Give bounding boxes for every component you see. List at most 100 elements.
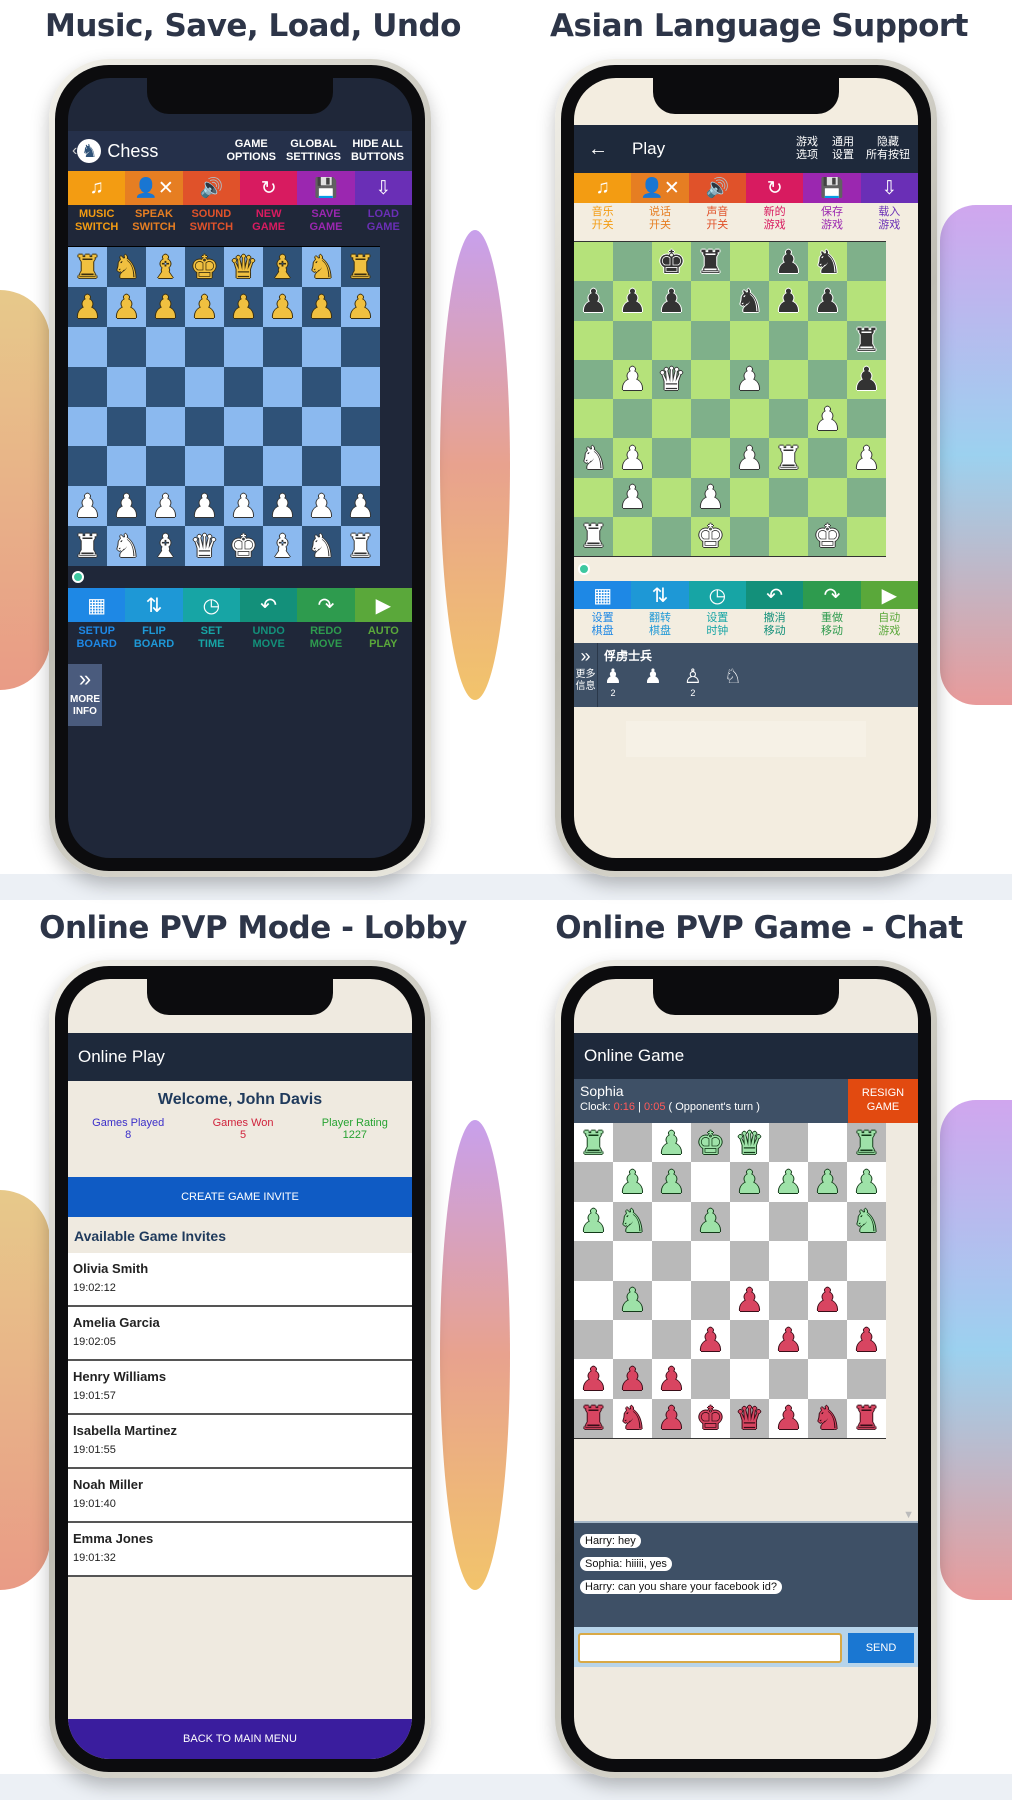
board-square[interactable] xyxy=(574,399,613,439)
board-square[interactable] xyxy=(769,1359,808,1399)
board-square[interactable]: ♝ xyxy=(146,526,185,566)
resign-game-button[interactable]: RESIGN GAME xyxy=(848,1079,918,1123)
board-square[interactable]: ♞ xyxy=(302,526,341,566)
board-square[interactable]: ♟ xyxy=(574,1201,613,1242)
board-square[interactable] xyxy=(185,446,224,487)
board-square[interactable] xyxy=(847,242,886,282)
board-square[interactable]: ♟ xyxy=(224,486,263,527)
board-square[interactable]: ♟ xyxy=(808,399,847,439)
speak-off-button[interactable]: 👤✕ xyxy=(125,171,183,205)
board-square[interactable]: ♟ xyxy=(847,359,886,399)
board-square[interactable] xyxy=(652,399,691,439)
board-square[interactable]: ♜ xyxy=(769,438,808,478)
board-square[interactable]: ♟ xyxy=(847,1319,886,1360)
board-square[interactable]: ♟ xyxy=(224,286,263,327)
board-square[interactable] xyxy=(185,366,224,407)
board-square[interactable] xyxy=(769,1280,808,1320)
board-square[interactable] xyxy=(808,1241,847,1281)
board-square[interactable] xyxy=(652,1280,691,1320)
board-square[interactable] xyxy=(730,1241,769,1281)
board-square[interactable]: ♚ xyxy=(691,1123,730,1163)
invite-row[interactable]: Emma Jones 19:01:32 xyxy=(68,1523,412,1577)
board-square[interactable] xyxy=(808,359,847,399)
board-square[interactable] xyxy=(730,1319,769,1360)
board-square[interactable]: ♜ xyxy=(68,526,107,566)
board-square[interactable]: ♟ xyxy=(769,1398,808,1438)
board-square[interactable]: ♟ xyxy=(185,286,224,327)
undo-button[interactable]: ↶ xyxy=(239,588,298,622)
board-square[interactable]: ♞ xyxy=(107,247,146,287)
board-square[interactable] xyxy=(808,1319,847,1360)
board-square[interactable] xyxy=(730,477,769,517)
more-info-button[interactable]: » MORE INFO xyxy=(68,664,102,726)
board-square[interactable] xyxy=(68,406,107,447)
board-square[interactable]: ♟ xyxy=(652,1162,691,1202)
back-to-main-menu-button[interactable]: BACK TO MAIN MENU xyxy=(68,1719,412,1759)
board-square[interactable] xyxy=(769,1201,808,1242)
board-square[interactable]: ♟ xyxy=(613,1359,652,1399)
board-square[interactable]: ♟ xyxy=(847,1162,886,1202)
hide-all-buttons-button[interactable]: HIDE ALL BUTTONS xyxy=(351,138,404,164)
board-square[interactable] xyxy=(107,406,146,447)
board-square[interactable] xyxy=(613,242,652,282)
board-square[interactable]: ♟ xyxy=(691,1201,730,1242)
board-square[interactable]: ♚ xyxy=(224,526,263,566)
more-info-button[interactable]: » 更多 信息 xyxy=(574,643,598,707)
board-square[interactable]: ♞ xyxy=(808,242,847,282)
board-square[interactable]: ♟ xyxy=(68,486,107,527)
board-square[interactable] xyxy=(302,406,341,447)
board-square[interactable]: ♜ xyxy=(847,320,886,360)
create-game-invite-button[interactable]: CREATE GAME INVITE xyxy=(68,1177,412,1217)
board-square[interactable]: ♝ xyxy=(146,247,185,287)
board-square[interactable] xyxy=(224,326,263,367)
board-square[interactable] xyxy=(808,438,847,478)
invite-row[interactable]: Noah Miller 19:01:40 xyxy=(68,1469,412,1523)
board-square[interactable] xyxy=(146,446,185,487)
board-square[interactable]: ♟ xyxy=(769,281,808,321)
board-square[interactable] xyxy=(808,1201,847,1242)
board-square[interactable]: ♟ xyxy=(652,1123,691,1163)
board-square[interactable]: ♟ xyxy=(146,486,185,527)
board-square[interactable] xyxy=(691,1162,730,1202)
board-square[interactable] xyxy=(808,320,847,360)
undo-button[interactable]: ↶ xyxy=(745,581,804,609)
redo-button[interactable]: ↷ xyxy=(297,588,355,622)
play-button[interactable]: ▶ xyxy=(860,581,918,609)
board-square[interactable] xyxy=(691,1280,730,1320)
board-square[interactable] xyxy=(68,446,107,487)
board-square[interactable]: ♟ xyxy=(730,1280,769,1320)
board-square[interactable] xyxy=(302,326,341,367)
chess-board[interactable]: ♚ ♜ ♟ ♞ ♟ ♟ ♟ ♞ ♟ ♟ ♜ ♟ ♛ ♟ ♟ ♟ ♞ ♟ ♟ ♜ ♟ ♟ ♟ ♜ ♚ ♚ xyxy=(574,241,886,557)
send-button[interactable]: SEND xyxy=(848,1633,914,1663)
flip-board-button[interactable]: ⇅ xyxy=(125,588,183,622)
board-square[interactable] xyxy=(574,1162,613,1202)
board-square[interactable]: ♜ xyxy=(574,1398,613,1438)
board-square[interactable] xyxy=(107,446,146,487)
board-square[interactable]: ♟ xyxy=(146,286,185,327)
board-square[interactable] xyxy=(691,399,730,439)
board-square[interactable]: ♞ xyxy=(302,247,341,287)
board-square[interactable]: ♞ xyxy=(613,1201,652,1242)
board-square[interactable]: ♚ xyxy=(652,242,691,282)
board-square[interactable] xyxy=(224,406,263,447)
board-square[interactable] xyxy=(808,477,847,517)
game-options-button[interactable]: 游戏 选项 xyxy=(796,136,818,162)
invite-row[interactable]: Isabella Martinez 19:01:55 xyxy=(68,1415,412,1469)
board-square[interactable]: ♜ xyxy=(341,247,380,287)
board-square[interactable] xyxy=(769,1241,808,1281)
board-square[interactable] xyxy=(146,326,185,367)
save-button[interactable]: 💾 xyxy=(803,173,861,203)
board-square[interactable]: ♟ xyxy=(574,1359,613,1399)
board-square[interactable] xyxy=(652,1241,691,1281)
board-square[interactable] xyxy=(341,366,380,407)
global-settings-button[interactable]: 通用 设置 xyxy=(832,136,854,162)
board-square[interactable] xyxy=(769,359,808,399)
board-square[interactable]: ♚ xyxy=(691,516,730,556)
board-square[interactable] xyxy=(847,477,886,517)
board-square[interactable] xyxy=(68,366,107,407)
board-square[interactable] xyxy=(652,320,691,360)
board-square[interactable]: ♜ xyxy=(691,242,730,282)
board-square[interactable]: ♞ xyxy=(808,1398,847,1438)
chat-message-input[interactable] xyxy=(578,1633,842,1663)
board-square[interactable]: ♟ xyxy=(808,1162,847,1202)
